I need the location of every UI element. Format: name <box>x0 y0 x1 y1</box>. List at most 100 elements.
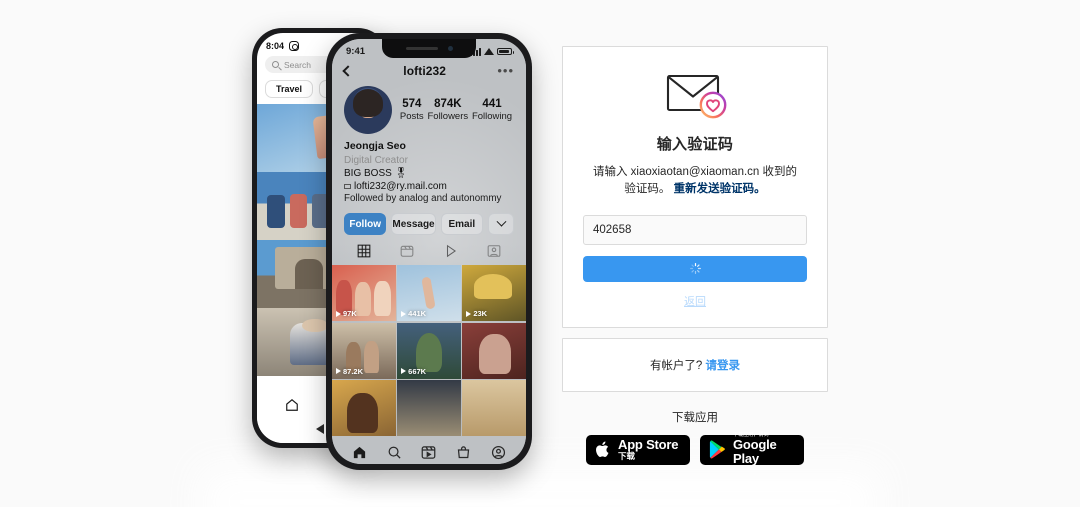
security-code-input[interactable] <box>583 214 807 245</box>
grid-cell-4[interactable]: 667K <box>397 322 461 379</box>
right-phone-screen: 9:41 lofti232 ••• 574 Posts 874K Followe… <box>332 39 526 464</box>
bio-display-name: Jeongja Seo <box>344 140 406 152</box>
grid-cell-3-plays: 87.2K <box>336 367 363 376</box>
avatar[interactable] <box>344 86 392 134</box>
right-phone-status-time: 9:41 <box>346 46 366 57</box>
phone-mockups-illustration: 8:04 Search Travel 9:41 lofti232 ••• 574… <box>240 10 560 480</box>
reels-tab-icon[interactable] <box>400 244 414 258</box>
stat-following[interactable]: 441 Following <box>472 98 512 122</box>
profile-stats: 574 Posts 874K Followers 441 Following <box>398 98 514 122</box>
message-button[interactable]: Message <box>391 213 436 236</box>
wifi-icon <box>484 48 494 55</box>
profile-username-title: lofti232 <box>403 64 447 78</box>
grid-cell-2[interactable]: 23K <box>462 265 526 322</box>
back-link[interactable]: 返回 <box>583 293 807 309</box>
app-store-badges: App Store 下载 下载应用，请到 Google Play <box>562 432 828 467</box>
android-back-triangle-icon[interactable] <box>316 424 324 434</box>
app-store-badge-text: App Store 下载 <box>618 437 679 461</box>
apple-logo-icon <box>596 441 609 457</box>
profile-icon[interactable] <box>491 445 506 460</box>
app-store-badge[interactable]: App Store 下载 <box>586 434 690 465</box>
stat-followers-value: 874K <box>434 98 462 110</box>
google-play-badge-text: 下载应用，请到 Google Play <box>733 432 795 467</box>
follow-button[interactable]: Follow <box>344 213 387 236</box>
reels-icon[interactable] <box>421 445 436 460</box>
grid-cell-6[interactable] <box>332 380 396 437</box>
google-play-badge[interactable]: 下载应用，请到 Google Play <box>700 432 804 467</box>
app-store-badge-main: App Store <box>618 437 679 453</box>
grid-cell-0-plays: 97K <box>336 309 357 318</box>
auth-panel: 输入验证码 请输入 xiaoxiaotan@xiaoman.cn 收到的验证码。… <box>562 46 828 467</box>
bio-email-row: lofti232@ry.mail.com <box>344 180 514 193</box>
home-icon[interactable] <box>285 398 299 412</box>
envelope-icon-wrap <box>583 67 807 121</box>
bio-followed-by: Followed by analog and autonommy <box>344 193 502 205</box>
grid-cell-8[interactable] <box>462 380 526 437</box>
home-icon[interactable] <box>352 445 367 460</box>
resend-code-link[interactable]: 重新发送验证码。 <box>674 183 766 195</box>
profile-action-buttons: Follow Message Email <box>332 206 526 236</box>
play-icon <box>336 368 341 375</box>
page-root: 8:04 Search Travel 9:41 lofti232 ••• 574… <box>0 0 1080 507</box>
stat-posts-label: Posts <box>399 111 424 122</box>
grid-cell-4-plays: 667K <box>401 367 426 376</box>
profile-summary: 574 Posts 874K Followers 441 Following <box>332 82 526 134</box>
left-phone-search-placeholder: Search <box>284 59 311 70</box>
back-chevron-icon[interactable] <box>342 65 354 77</box>
grid-cell-7[interactable] <box>397 380 461 437</box>
app-store-badge-sub: 下载 <box>618 450 636 461</box>
instruction-prefix: 请输入 <box>592 166 631 178</box>
submit-button[interactable] <box>583 255 807 282</box>
bio-email: lofti232@ry.mail.com <box>354 181 447 193</box>
bio-line-1: BIG BOSS 🎖 <box>344 168 408 180</box>
chip-travel[interactable]: Travel <box>265 80 314 98</box>
tagged-tab-icon[interactable] <box>487 244 501 258</box>
shop-icon[interactable] <box>456 445 471 460</box>
play-icon <box>466 310 472 317</box>
grid-cell-0[interactable]: 97K <box>332 265 396 322</box>
earpiece-speaker <box>405 46 438 51</box>
bio-category: Digital Creator <box>344 154 408 166</box>
security-code-card: 输入验证码 请输入 xiaoxiaotan@xiaoman.cn 收到的验证码。… <box>562 46 828 328</box>
instruction-email: xiaoxiaotan@xiaoman.cn <box>630 166 760 178</box>
profile-bio: Jeongja Seo Digital Creator BIG BOSS 🎖 l… <box>332 134 526 206</box>
profile-content-tabs <box>332 235 526 265</box>
search-icon[interactable] <box>387 445 402 460</box>
left-phone-status-time: 8:04 <box>266 41 285 51</box>
page-title: 输入验证码 <box>656 136 734 153</box>
stat-posts-value: 574 <box>402 98 422 110</box>
google-play-badge-main: Google Play <box>733 437 777 467</box>
play-icon <box>401 368 407 375</box>
email-button[interactable]: Email <box>440 213 483 236</box>
grid-tab-icon[interactable] <box>357 244 371 258</box>
search-icon <box>272 61 279 68</box>
more-options-icon[interactable]: ••• <box>497 64 514 77</box>
profile-photo-grid: 97K 441K 23K 87.2K 667K <box>332 265 526 437</box>
igtv-tab-icon[interactable] <box>444 244 458 258</box>
stat-posts[interactable]: 574 Posts <box>400 98 424 122</box>
google-play-logo-icon <box>709 440 725 459</box>
stat-followers[interactable]: 874K Followers <box>427 98 468 122</box>
login-link[interactable]: 请登录 <box>706 360 741 372</box>
grid-cell-3[interactable]: 87.2K <box>332 322 396 379</box>
instagram-camera-icon <box>289 41 300 51</box>
grid-cell-5[interactable] <box>462 322 526 379</box>
right-phone-tabbar <box>332 436 526 464</box>
battery-icon <box>497 47 514 56</box>
phone-notch <box>382 39 476 58</box>
existing-account-text: 有帐户了? 请登录 <box>583 357 807 373</box>
mail-icon <box>344 184 351 190</box>
email-envelope-with-instagram-heart-icon <box>659 67 731 121</box>
stat-following-value: 441 <box>482 98 502 110</box>
play-icon <box>336 310 341 317</box>
stat-following-label: Following <box>471 111 513 122</box>
stat-followers-label: Followers <box>427 111 469 122</box>
grid-cell-1[interactable]: 441K <box>397 265 461 322</box>
grid-cell-1-plays: 441K <box>401 309 426 318</box>
instruction-text: 请输入 xiaoxiaotan@xiaoman.cn 收到的验证码。 重新发送验… <box>583 164 807 199</box>
more-actions-button[interactable] <box>488 213 514 236</box>
existing-account-card: 有帐户了? 请登录 <box>562 337 828 392</box>
front-camera <box>447 46 453 51</box>
loading-spinner-icon <box>689 263 701 274</box>
right-phone-mockup: 9:41 lofti232 ••• 574 Posts 874K Followe… <box>326 33 532 470</box>
